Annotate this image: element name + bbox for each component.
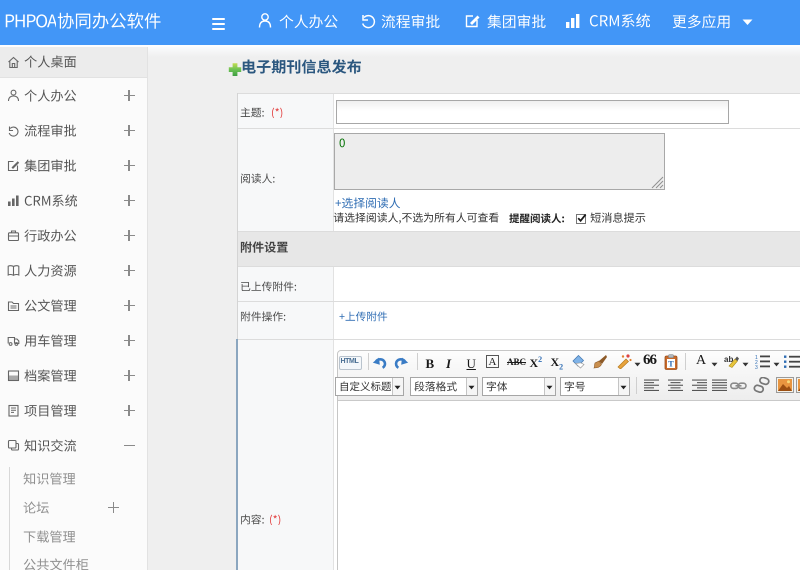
svg-text:T: T [668, 358, 674, 368]
svg-text:3: 3 [755, 365, 758, 369]
